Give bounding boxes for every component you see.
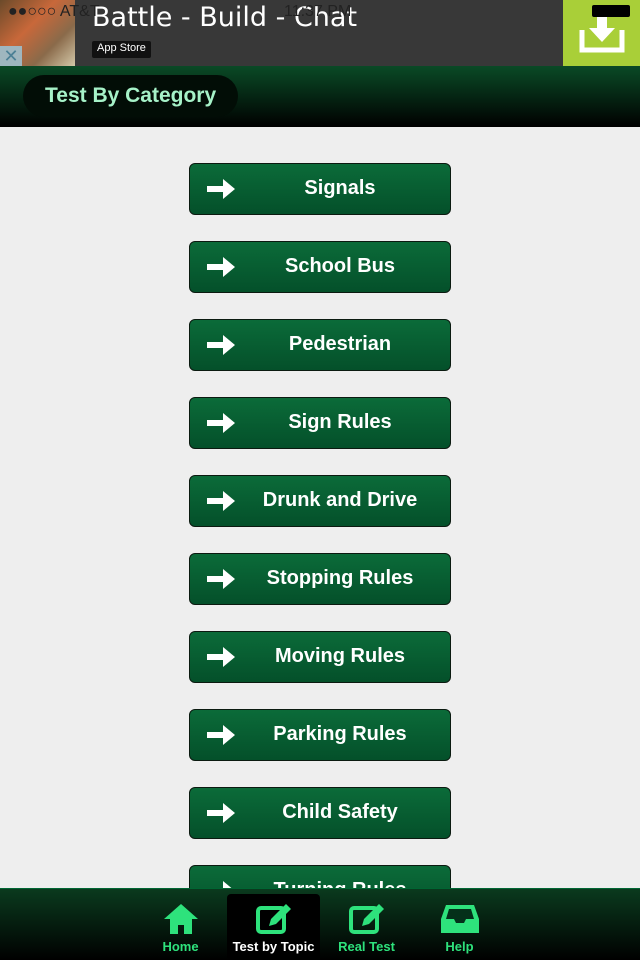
status-bar: ●●○○○ AT&T 11:37 PM [0,0,640,20]
tab-home[interactable]: Home [134,894,227,960]
clock: 11:37 PM [284,3,352,20]
header: Test By Category [0,66,640,127]
category-button[interactable]: Drunk and Drive [189,475,451,527]
tab-test-by-topic[interactable]: Test by Topic [227,894,320,960]
category-label: Stopping Rules [266,567,414,589]
category-button[interactable]: Pedestrian [189,319,451,371]
category-button[interactable]: Sign Rules [189,397,451,449]
tab-real-test[interactable]: Real Test [320,894,413,960]
page-title: Test By Category [23,75,239,117]
tab-help[interactable]: Help [413,894,506,960]
category-button[interactable]: Signals [189,163,451,215]
carrier: ●●○○○ AT&T [8,3,100,20]
tab-label: Test by Topic [232,939,315,954]
category-label: Child Safety [282,801,398,823]
edit-icon [320,903,413,935]
category-button[interactable]: Moving Rules [189,631,451,683]
category-label: Turning Rules [230,866,450,888]
category-label: Drunk and Drive [262,489,418,511]
tab-label: Help [445,939,474,954]
app-store-badge[interactable]: App Store [92,41,151,58]
category-label: Moving Rules [274,645,405,667]
category-button[interactable]: Turning Rules [189,865,451,888]
app-store-label: App Store [97,42,146,54]
category-label: Pedestrian [288,333,392,355]
category-label: Signals [304,177,376,199]
battery-icon [592,5,630,17]
ad-close-button[interactable]: ✕ [0,46,22,66]
category-list[interactable]: Signals School Bus Pedestrian Sign Rules Dru… [0,127,640,888]
edit-icon [227,903,320,935]
category-label: Sign Rules [288,411,392,433]
tab-label: Real Test [338,939,395,954]
category-label: Parking Rules [273,723,407,745]
category-button[interactable]: Stopping Rules [189,553,451,605]
category-button[interactable]: Child Safety [189,787,451,839]
home-icon [134,903,227,935]
tab-bar: Home Test by Topic Real Test Help [0,888,640,960]
category-label: School Bus [284,255,395,277]
category-button[interactable]: School Bus [189,241,451,293]
category-button[interactable]: Parking Rules [189,709,451,761]
inbox-icon [413,903,506,935]
tab-label: Home [162,939,199,954]
